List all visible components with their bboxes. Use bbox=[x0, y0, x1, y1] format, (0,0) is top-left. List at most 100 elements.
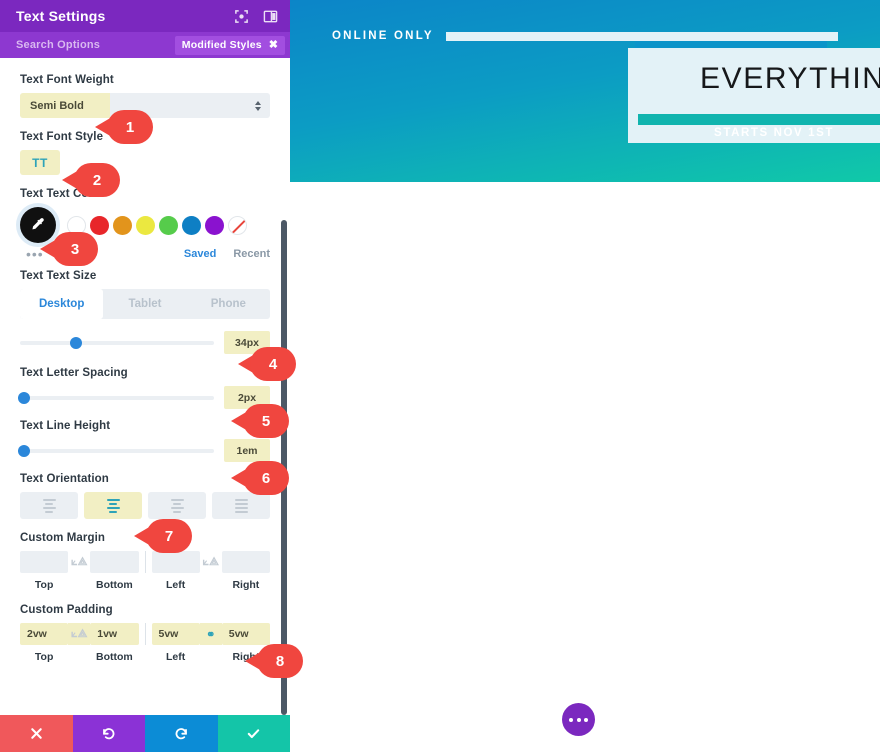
field-custom-margin: Custom Margin Top ⟀⟁ Bottom Left ⟀⟁ Righ… bbox=[20, 532, 270, 591]
text-settings-panel: Text Settings Search Options Modified St… bbox=[0, 0, 290, 752]
preset-swatches bbox=[67, 215, 247, 235]
field-label-line-height: Text Line Height bbox=[20, 420, 111, 432]
padding-top-input[interactable]: 2vw bbox=[20, 623, 69, 645]
swatch-red[interactable] bbox=[90, 215, 109, 235]
field-label-text-orientation: Text Orientation bbox=[20, 473, 109, 485]
font-weight-select[interactable]: Semi Bold bbox=[20, 93, 270, 118]
tab-recent-colors[interactable]: Recent bbox=[233, 248, 270, 260]
margin-top-caption: Top bbox=[34, 579, 54, 591]
field-text-orientation: Text Orientation bbox=[20, 473, 270, 519]
close-icon[interactable]: ✖ bbox=[269, 39, 278, 51]
modified-styles-label: Modified Styles bbox=[181, 39, 262, 51]
field-label-font-style: Text Font Style bbox=[20, 131, 104, 143]
undo-button[interactable] bbox=[72, 715, 145, 752]
field-text-size: Text Text Size Desktop Tablet Phone 34px bbox=[20, 270, 270, 354]
tab-saved-colors[interactable]: Saved bbox=[184, 248, 216, 260]
margin-top-input[interactable] bbox=[20, 551, 69, 573]
dot-2-icon bbox=[576, 717, 581, 722]
margin-left-caption: Left bbox=[166, 579, 186, 591]
letter-spacing-value[interactable]: 2px bbox=[224, 386, 270, 409]
promo-banner[interactable]: ONLINE ONLY EVERYTHING 20% OFF STARTS NO… bbox=[290, 0, 880, 182]
font-style-tt-button[interactable]: TT bbox=[20, 150, 60, 175]
line-height-slider-knob[interactable] bbox=[17, 444, 30, 457]
swatch-yellow[interactable] bbox=[136, 215, 155, 235]
swatch-orange[interactable] bbox=[113, 215, 132, 235]
field-label-custom-padding: Custom Padding bbox=[20, 604, 113, 616]
banner-starts-label: STARTS NOV 1ST bbox=[714, 127, 834, 139]
banner-headline: EVERYTHING 20% OFF bbox=[700, 62, 880, 95]
page-preview: ONLINE ONLY EVERYTHING 20% OFF STARTS NO… bbox=[290, 0, 880, 752]
margin-divider bbox=[144, 551, 146, 573]
text-size-slider[interactable] bbox=[20, 336, 214, 349]
align-justify-button[interactable] bbox=[212, 492, 270, 519]
save-button[interactable] bbox=[217, 715, 290, 752]
cancel-button[interactable] bbox=[0, 715, 73, 752]
letter-spacing-slider-knob[interactable] bbox=[17, 391, 30, 404]
swatch-white[interactable] bbox=[67, 215, 86, 235]
margin-bottom-input[interactable] bbox=[90, 551, 139, 573]
field-label-font-weight: Text Font Weight bbox=[20, 74, 114, 86]
padding-horizontal-link-icon[interactable]: ⚭ bbox=[199, 623, 222, 645]
more-options-fab[interactable] bbox=[562, 703, 595, 736]
padding-bottom-cell: 1vw Bottom bbox=[90, 623, 139, 663]
padding-right-caption: Right bbox=[232, 651, 260, 663]
modified-styles-chip[interactable]: Modified Styles ✖ bbox=[174, 35, 285, 55]
align-justify-icon bbox=[234, 498, 248, 513]
padding-vertical-link-icon[interactable]: ⟀⟁ bbox=[68, 623, 91, 645]
field-label-letter-spacing: Text Letter Spacing bbox=[20, 367, 128, 379]
text-size-slider-knob[interactable] bbox=[70, 336, 83, 349]
banner-kicker: ONLINE ONLY bbox=[332, 30, 434, 42]
align-left-icon bbox=[42, 498, 56, 513]
align-center-button[interactable] bbox=[84, 492, 142, 519]
field-line-height: Text Line Height 1em bbox=[17, 420, 270, 462]
margin-right-input[interactable] bbox=[221, 551, 270, 573]
letter-spacing-slider[interactable] bbox=[17, 391, 214, 404]
page-title: Text Settings bbox=[16, 8, 106, 24]
line-height-slider[interactable] bbox=[17, 444, 214, 457]
tab-phone[interactable]: Phone bbox=[187, 289, 270, 319]
align-left-button[interactable] bbox=[20, 492, 78, 519]
line-height-value[interactable]: 1em bbox=[224, 439, 270, 462]
padding-horizontal-group: 5vw Left ⚭ 5vw Right bbox=[151, 623, 270, 663]
margin-horizontal-link-icon[interactable]: ⟀⟁ bbox=[200, 551, 222, 573]
dot-1-icon bbox=[569, 717, 573, 722]
layout-panel-icon[interactable] bbox=[263, 9, 278, 24]
padding-right-cell: 5vw Right bbox=[221, 623, 270, 663]
panel-scrollbar-thumb[interactable] bbox=[281, 220, 287, 715]
padding-bottom-input[interactable]: 1vw bbox=[90, 623, 139, 645]
padding-right-input[interactable]: 5vw bbox=[221, 623, 270, 645]
tab-tablet[interactable]: Tablet bbox=[103, 289, 186, 319]
banner-decor-bar-lower bbox=[638, 114, 880, 125]
margin-right-caption: Right bbox=[232, 579, 260, 591]
margin-vertical-link-icon[interactable]: ⟀⟁ bbox=[68, 551, 90, 573]
divi-text-settings-screen: Text Settings Search Options Modified St… bbox=[0, 0, 880, 752]
redo-button[interactable] bbox=[145, 715, 218, 752]
panel-scrollbar[interactable] bbox=[281, 220, 287, 715]
color-tabs: Saved Recent bbox=[184, 248, 270, 260]
focus-target-icon[interactable] bbox=[234, 9, 249, 24]
margin-grid: Top ⟀⟁ Bottom Left ⟀⟁ Right bbox=[20, 551, 270, 591]
color-meta-row: ••• Saved Recent bbox=[20, 247, 270, 261]
swatch-purple[interactable] bbox=[205, 215, 224, 235]
padding-left-input[interactable]: 5vw bbox=[151, 623, 200, 645]
search-input[interactable] bbox=[16, 39, 175, 51]
swatch-blue[interactable] bbox=[182, 215, 201, 235]
margin-left-cell: Left bbox=[151, 551, 200, 591]
padding-vertical-group: 2vw Top ⟀⟁ 1vw Bottom bbox=[20, 623, 139, 663]
tab-desktop[interactable]: Desktop bbox=[20, 289, 104, 319]
field-label-custom-margin: Custom Margin bbox=[20, 532, 105, 544]
more-colors-icon[interactable]: ••• bbox=[26, 247, 44, 261]
settings-scroll-body[interactable]: Text Font Weight Semi Bold Text Font Sty… bbox=[0, 58, 290, 715]
field-custom-padding: Custom Padding 2vw Top ⟀⟁ 1vw Bottom 5vw… bbox=[20, 604, 270, 663]
text-size-slider-row: 34px bbox=[20, 331, 270, 354]
eyedropper-color-picker[interactable] bbox=[20, 207, 56, 243]
swatch-green[interactable] bbox=[159, 215, 178, 235]
swatch-transparent[interactable] bbox=[228, 215, 247, 235]
margin-left-input[interactable] bbox=[151, 551, 200, 573]
align-right-button[interactable] bbox=[148, 492, 206, 519]
chevron-updown-icon bbox=[255, 100, 261, 111]
header-icon-group bbox=[234, 9, 278, 24]
responsive-device-tabs: Desktop Tablet Phone bbox=[20, 289, 270, 319]
text-size-value[interactable]: 34px bbox=[224, 331, 270, 354]
padding-top-cell: 2vw Top bbox=[20, 623, 69, 663]
